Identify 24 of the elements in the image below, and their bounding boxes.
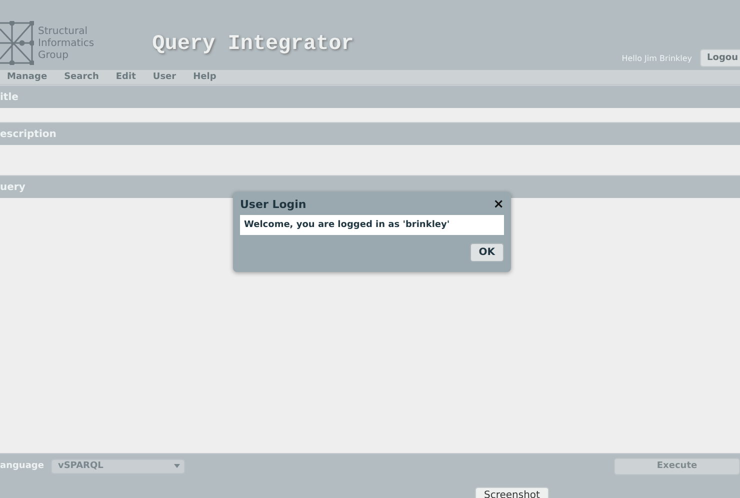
greeting-text: Hello Jim Brinkley <box>622 54 692 63</box>
section-header: uery <box>0 175 740 198</box>
language-label: anguage <box>0 461 44 471</box>
logo-text: Informatics <box>38 38 94 50</box>
app-title: Query Integrator <box>152 33 354 56</box>
menu-item[interactable]: Help <box>193 72 216 82</box>
logo-text: Structural <box>38 26 88 38</box>
section-header: itle <box>0 85 740 108</box>
execute-button[interactable]: Execute <box>614 458 740 474</box>
close-button[interactable]: × <box>493 197 504 212</box>
menu-item[interactable]: Edit <box>116 72 136 82</box>
screenshot-button[interactable]: Screenshot <box>475 487 549 498</box>
dropdown-caret-icon <box>174 464 180 468</box>
dialog-message: Welcome, you are logged in as 'brinkley' <box>240 215 504 235</box>
logo-icon <box>0 21 34 65</box>
section-header: escription <box>0 122 740 145</box>
logo-text: Group <box>38 50 70 62</box>
menu-item[interactable]: User <box>152 72 176 82</box>
logout-button[interactable]: Logou <box>700 49 740 67</box>
menu-item[interactable]: Manage <box>7 72 48 82</box>
language-select[interactable]: vSPARQL <box>50 458 185 474</box>
menu-item[interactable]: Search <box>64 72 99 82</box>
dialog-title: User Login <box>240 198 306 211</box>
ok-button[interactable]: OK <box>470 243 504 262</box>
